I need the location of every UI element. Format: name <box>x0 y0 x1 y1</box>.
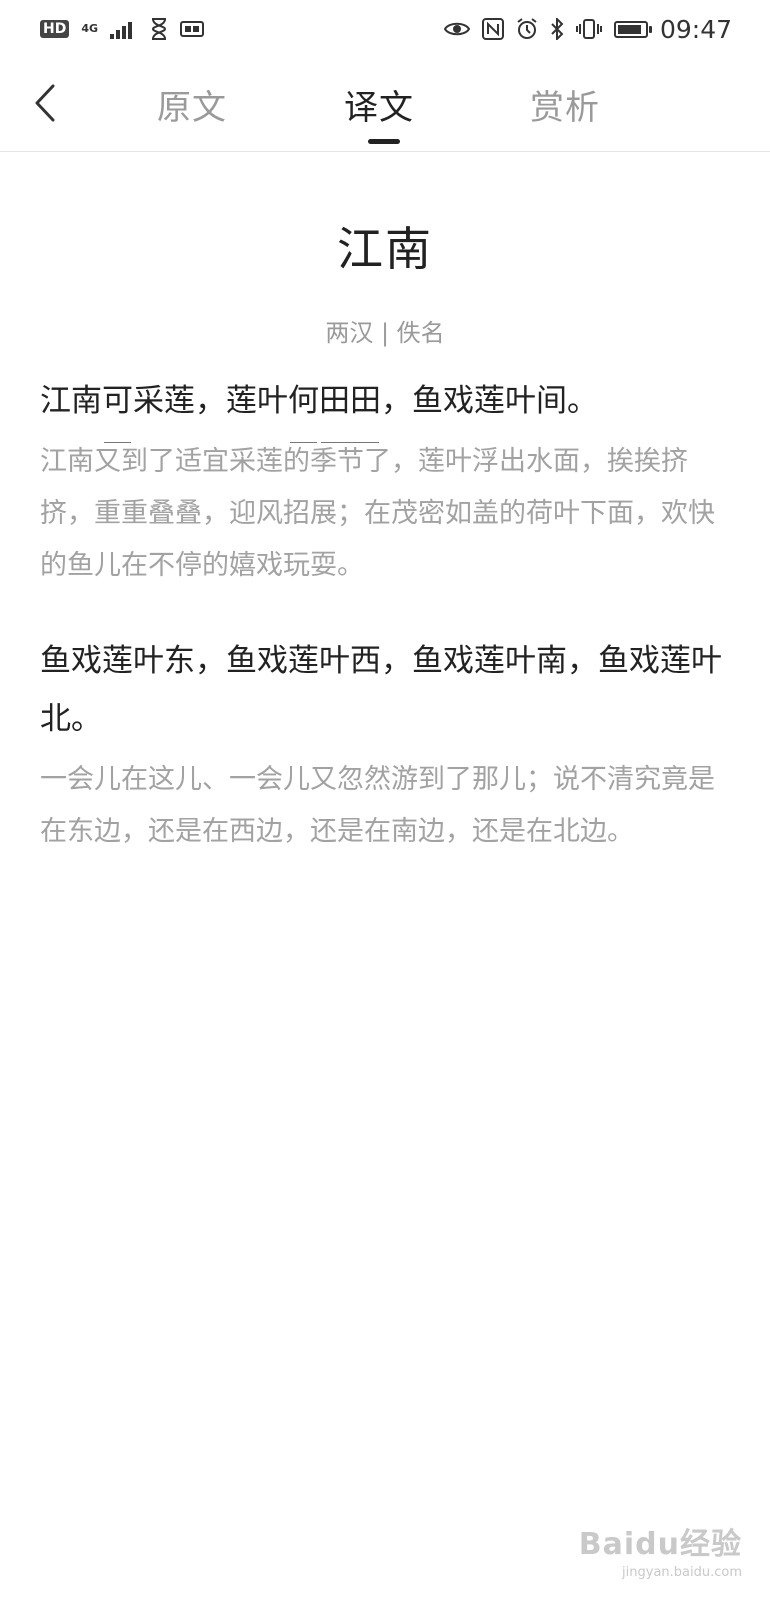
status-bar: HD 4G 09:47 <box>0 0 770 58</box>
tab-translation[interactable]: 译文 <box>344 80 414 129</box>
annotated-word[interactable]: 可 <box>102 372 133 443</box>
eye-comfort-icon <box>443 22 470 36</box>
nfc-icon <box>481 18 504 40</box>
signal-icon <box>110 22 133 39</box>
back-button[interactable] <box>22 78 68 128</box>
stanza-original: 江南可采莲，莲叶何田田，鱼戏莲叶间。 <box>40 372 730 443</box>
watermark-url: jingyan.baidu.com <box>622 1565 742 1580</box>
stanza-translation: 一会儿在这儿、一会儿又忽然游到了那儿；说不清究竟是在东边，还是在西边，还是在南边… <box>40 764 715 847</box>
stanza-1: 江南可采莲，莲叶何田田，鱼戏莲叶间。 江南又到了适宜采莲的季节了，莲叶浮出水面，… <box>40 372 730 592</box>
active-tab-indicator <box>368 139 400 144</box>
poem-author: 两汉 | 佚名 <box>325 319 445 347</box>
hourglass-icon <box>152 18 167 40</box>
alarm-icon <box>517 18 537 39</box>
watermark-logo-text: Baidu经验 <box>578 1527 742 1562</box>
original-text: ，鱼戏莲叶间。 <box>381 383 598 419</box>
baidu-watermark: Baidu经验 jingyan.baidu.com <box>579 1519 742 1580</box>
network-type: 4G <box>81 22 99 35</box>
stanza-original: 鱼戏莲叶东，鱼戏莲叶西，鱼戏莲叶南，鱼戏莲叶北。 <box>40 643 722 737</box>
clock: 09:47 <box>659 14 732 44</box>
data-saver-icon <box>180 21 205 37</box>
top-nav: 原文 译文 赏析 <box>0 58 770 152</box>
battery-fill <box>617 24 641 34</box>
chevron-left-icon <box>35 84 55 122</box>
annotated-word[interactable]: 田田 <box>319 372 381 443</box>
hd-icon: HD <box>40 20 70 38</box>
stanza-translation: 江南又到了适宜采莲的季节了，莲叶浮出水面，挨挨挤挤，重重叠叠，迎风招展；在茂密如… <box>40 446 715 581</box>
vibrate-icon <box>575 19 602 39</box>
tab-original[interactable]: 原文 <box>157 80 227 129</box>
status-right-icons: 09:47 <box>443 14 732 44</box>
battery-icon <box>613 20 652 38</box>
original-text: 江南 <box>40 383 102 419</box>
tab-appreciation[interactable]: 赏析 <box>530 80 600 129</box>
stanza-2: 鱼戏莲叶东，鱼戏莲叶西，鱼戏莲叶南，鱼戏莲叶北。 一会儿在这儿、一会儿又忽然游到… <box>40 632 730 858</box>
original-text: 采莲，莲叶 <box>133 383 288 419</box>
poem-title: 江南 <box>337 222 433 276</box>
status-left-icons: HD 4G <box>40 18 205 40</box>
bluetooth-icon <box>551 18 564 40</box>
annotated-word[interactable]: 何 <box>288 372 319 443</box>
